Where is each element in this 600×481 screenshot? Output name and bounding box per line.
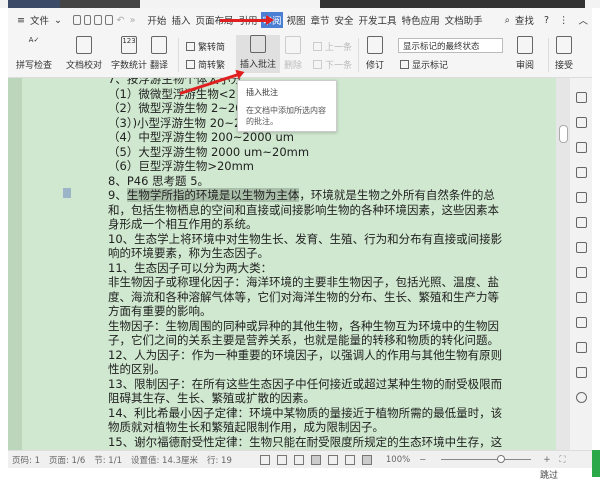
print-icon[interactable] (94, 15, 102, 25)
next-comment-icon (313, 60, 322, 69)
print-preview-icon[interactable] (104, 15, 113, 25)
paragraph-15: 15、谢尔福德耐受性定律：生物只能在耐受限度所规定的生态环境中生存，这种 (108, 434, 503, 451)
tab-developer[interactable]: 开发工具 (358, 12, 398, 28)
tab-security[interactable]: 安全 (334, 12, 355, 28)
status-bar: 页码: 1 页面: 1/6 节: 1/1 设置值: 14.3厘米 行: 19 1… (8, 450, 592, 468)
delete-comment-button[interactable]: 删除 (284, 36, 302, 71)
accept-button[interactable]: 接受 (555, 36, 573, 71)
more-options-icon[interactable]: ⋮ (558, 14, 570, 27)
image-icon[interactable] (575, 317, 587, 328)
document-text[interactable]: 7、按浮游生物个体大小分： （1）微微型浮游生物<2 um （2）微型浮游生物 … (108, 78, 510, 450)
zoom-out-icon[interactable]: − (419, 455, 426, 465)
fit-window-icon[interactable]: ⛶ (559, 455, 565, 465)
display-mode-select[interactable]: 显示标记的最终状态 (398, 38, 503, 53)
tab-start[interactable]: 开始 (146, 12, 167, 28)
more-icon[interactable]: » (129, 14, 137, 27)
skip-button[interactable]: 跳过 (540, 468, 558, 481)
insert-comment-icon (250, 35, 266, 53)
zoom-in-icon[interactable]: + (543, 455, 550, 465)
archive-icon[interactable] (575, 292, 587, 303)
show-marks-button[interactable]: 显示标记 (400, 58, 448, 71)
trad-to-simp-icon (186, 42, 195, 51)
search-button[interactable]: 查找 (514, 12, 535, 28)
right-sidebar (570, 78, 592, 450)
file-menu[interactable]: 文件 (29, 12, 50, 28)
zoom-level[interactable]: 100% (386, 455, 410, 465)
review-pane-icon (517, 36, 533, 54)
star-icon[interactable] (575, 217, 587, 228)
format-painter-icon[interactable] (83, 15, 92, 25)
select-cursor-icon[interactable] (575, 117, 587, 128)
ribbon-toolbar: A✓ 拼写检查 文档校对 123 字数统计 翻译 繁转简 简转繁 插入批注 删除 上… (8, 32, 592, 78)
undo-icon[interactable]: ↶ (116, 14, 126, 27)
tab-features[interactable]: 特色应用 (401, 12, 441, 28)
accept-icon (556, 36, 572, 54)
read-mode-icon[interactable] (276, 454, 287, 465)
backup-icon[interactable] (575, 342, 587, 353)
trad-to-simp-button[interactable]: 繁转简 (186, 40, 225, 53)
word-count-button[interactable]: 123 字数统计 (111, 36, 147, 71)
fullscreen-icon[interactable] (259, 454, 270, 465)
zoom-slider[interactable] (441, 455, 532, 463)
simp-to-trad-button[interactable]: 简转繁 (186, 58, 225, 71)
tab-insert[interactable]: 插入 (170, 12, 191, 28)
doc-proof-icon (76, 36, 92, 54)
translate-button[interactable]: 翻译 (150, 36, 168, 71)
chevron-down-icon[interactable]: ⌄ (53, 14, 63, 27)
history-icon[interactable] (575, 367, 587, 378)
next-comment-button[interactable]: 下一条 (313, 58, 352, 71)
insert-comment-tooltip: 插入批注 在文档中添加所选内容的批注。 (237, 80, 337, 132)
prev-comment-button[interactable]: 上一条 (313, 40, 352, 53)
word-count-icon: 123 (121, 36, 137, 54)
prev-comment-icon (313, 42, 322, 51)
search-icon[interactable]: ⌕ (504, 14, 511, 27)
menu-bar: ≡ 文件 ⌄ ↶ » 开始 插入 页面布局 引用 审阅 视图 章节 安全 开发工… (8, 8, 592, 32)
paragraph-9: 9、生物学所指的环境是以生物为主体，环境就是生物之外所有自然条件的总和，包括生物… (108, 188, 499, 231)
share-icon[interactable] (575, 242, 587, 253)
track-changes-button[interactable]: 修订 (366, 36, 384, 71)
help-icon[interactable]: ? (543, 14, 550, 27)
simp-to-trad-icon (186, 60, 195, 69)
pen-icon[interactable] (293, 454, 304, 465)
translate-icon (151, 36, 167, 54)
tab-doc-assistant[interactable]: 文档助手 (444, 12, 484, 28)
track-changes-icon (367, 36, 383, 54)
zoom-slider-handle[interactable] (497, 455, 506, 463)
translate-icon[interactable] (575, 267, 587, 278)
settings-sliders-icon[interactable] (575, 167, 587, 178)
help-icon[interactable] (575, 392, 587, 403)
tab-section[interactable]: 章节 (310, 12, 331, 28)
annotation-arrow-icon (220, 15, 274, 25)
scrollbar-thumb[interactable] (559, 125, 568, 143)
save-icon[interactable] (72, 15, 81, 25)
paragraph-doc-icon[interactable] (63, 188, 71, 198)
edit-icon[interactable] (575, 92, 587, 103)
web-view-icon[interactable] (344, 454, 355, 465)
show-marks-icon (400, 60, 409, 69)
window-tabs-strip (0, 0, 600, 8)
collapse-ribbon-icon[interactable]: ︿ (577, 12, 589, 28)
menu-icon[interactable]: ≡ (16, 14, 26, 27)
shapes-icon[interactable] (575, 142, 587, 153)
image-gallery-icon[interactable] (575, 192, 587, 203)
tab-view[interactable]: 视图 (286, 12, 307, 28)
page-view-icon[interactable] (310, 454, 321, 465)
outline-view-icon[interactable] (327, 454, 338, 465)
eye-protection-icon[interactable] (361, 454, 372, 465)
delete-comment-icon (285, 36, 301, 54)
spell-check-button[interactable]: A✓ 拼写检查 (16, 36, 52, 71)
spell-check-icon: A✓ (28, 36, 40, 44)
document-page[interactable]: 7、按浮游生物个体大小分： （1）微微型浮游生物<2 um （2）微型浮游生物 … (8, 78, 556, 450)
review-button[interactable]: 审阅 (516, 36, 534, 71)
selected-text[interactable]: 生物学所指的环境是以生物为主体 (126, 188, 300, 202)
doc-proof-button[interactable]: 文档校对 (66, 36, 102, 71)
